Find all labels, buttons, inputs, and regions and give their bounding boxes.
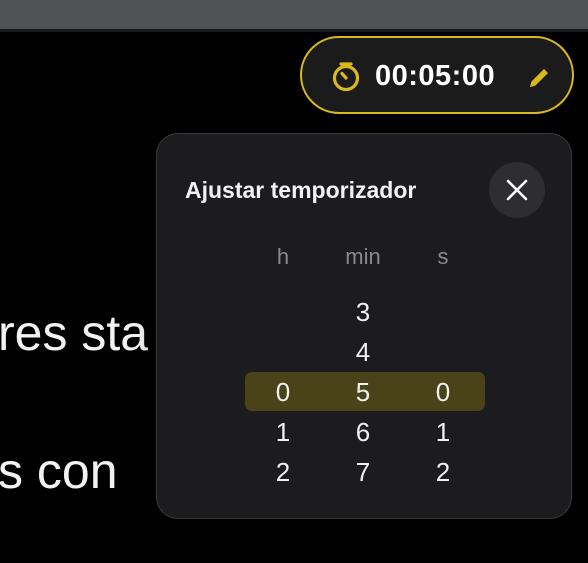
wheel-option[interactable]: 3 [323,297,403,327]
wheel-option[interactable]: 2 [243,457,323,487]
seconds-column-label: s [437,244,449,269]
timer-settings-panel: Ajustar temporizador h min s 0 1 2 3 4 5… [156,133,572,519]
timer-value: 00:05:00 [375,60,496,92]
minutes-column-label: min [345,244,381,269]
panel-title: Ajustar temporizador [185,177,417,203]
pencil-icon[interactable] [526,65,552,91]
wheel-option[interactable]: 2 [403,457,483,487]
background-text-line: res sta [0,305,149,361]
background-text-line: s con [0,443,118,499]
wheel-option[interactable]: 7 [323,457,403,487]
timer-display-button[interactable]: 00:05:00 [300,36,574,114]
wheel-option[interactable]: 5 [323,377,403,407]
wheel-option[interactable]: 6 [323,417,403,447]
top-toolbar [0,0,588,29]
toolbar-divider [0,29,588,32]
wheel-option[interactable]: 1 [243,417,323,447]
close-button[interactable] [489,162,545,218]
wheel-option[interactable]: 0 [243,377,323,407]
timer-icon [332,62,360,92]
hours-column-label: h [276,244,290,269]
wheel-option[interactable]: 4 [323,337,403,367]
close-icon [506,179,528,201]
wheel-option[interactable]: 1 [403,417,483,447]
wheel-option[interactable]: 0 [403,377,483,407]
